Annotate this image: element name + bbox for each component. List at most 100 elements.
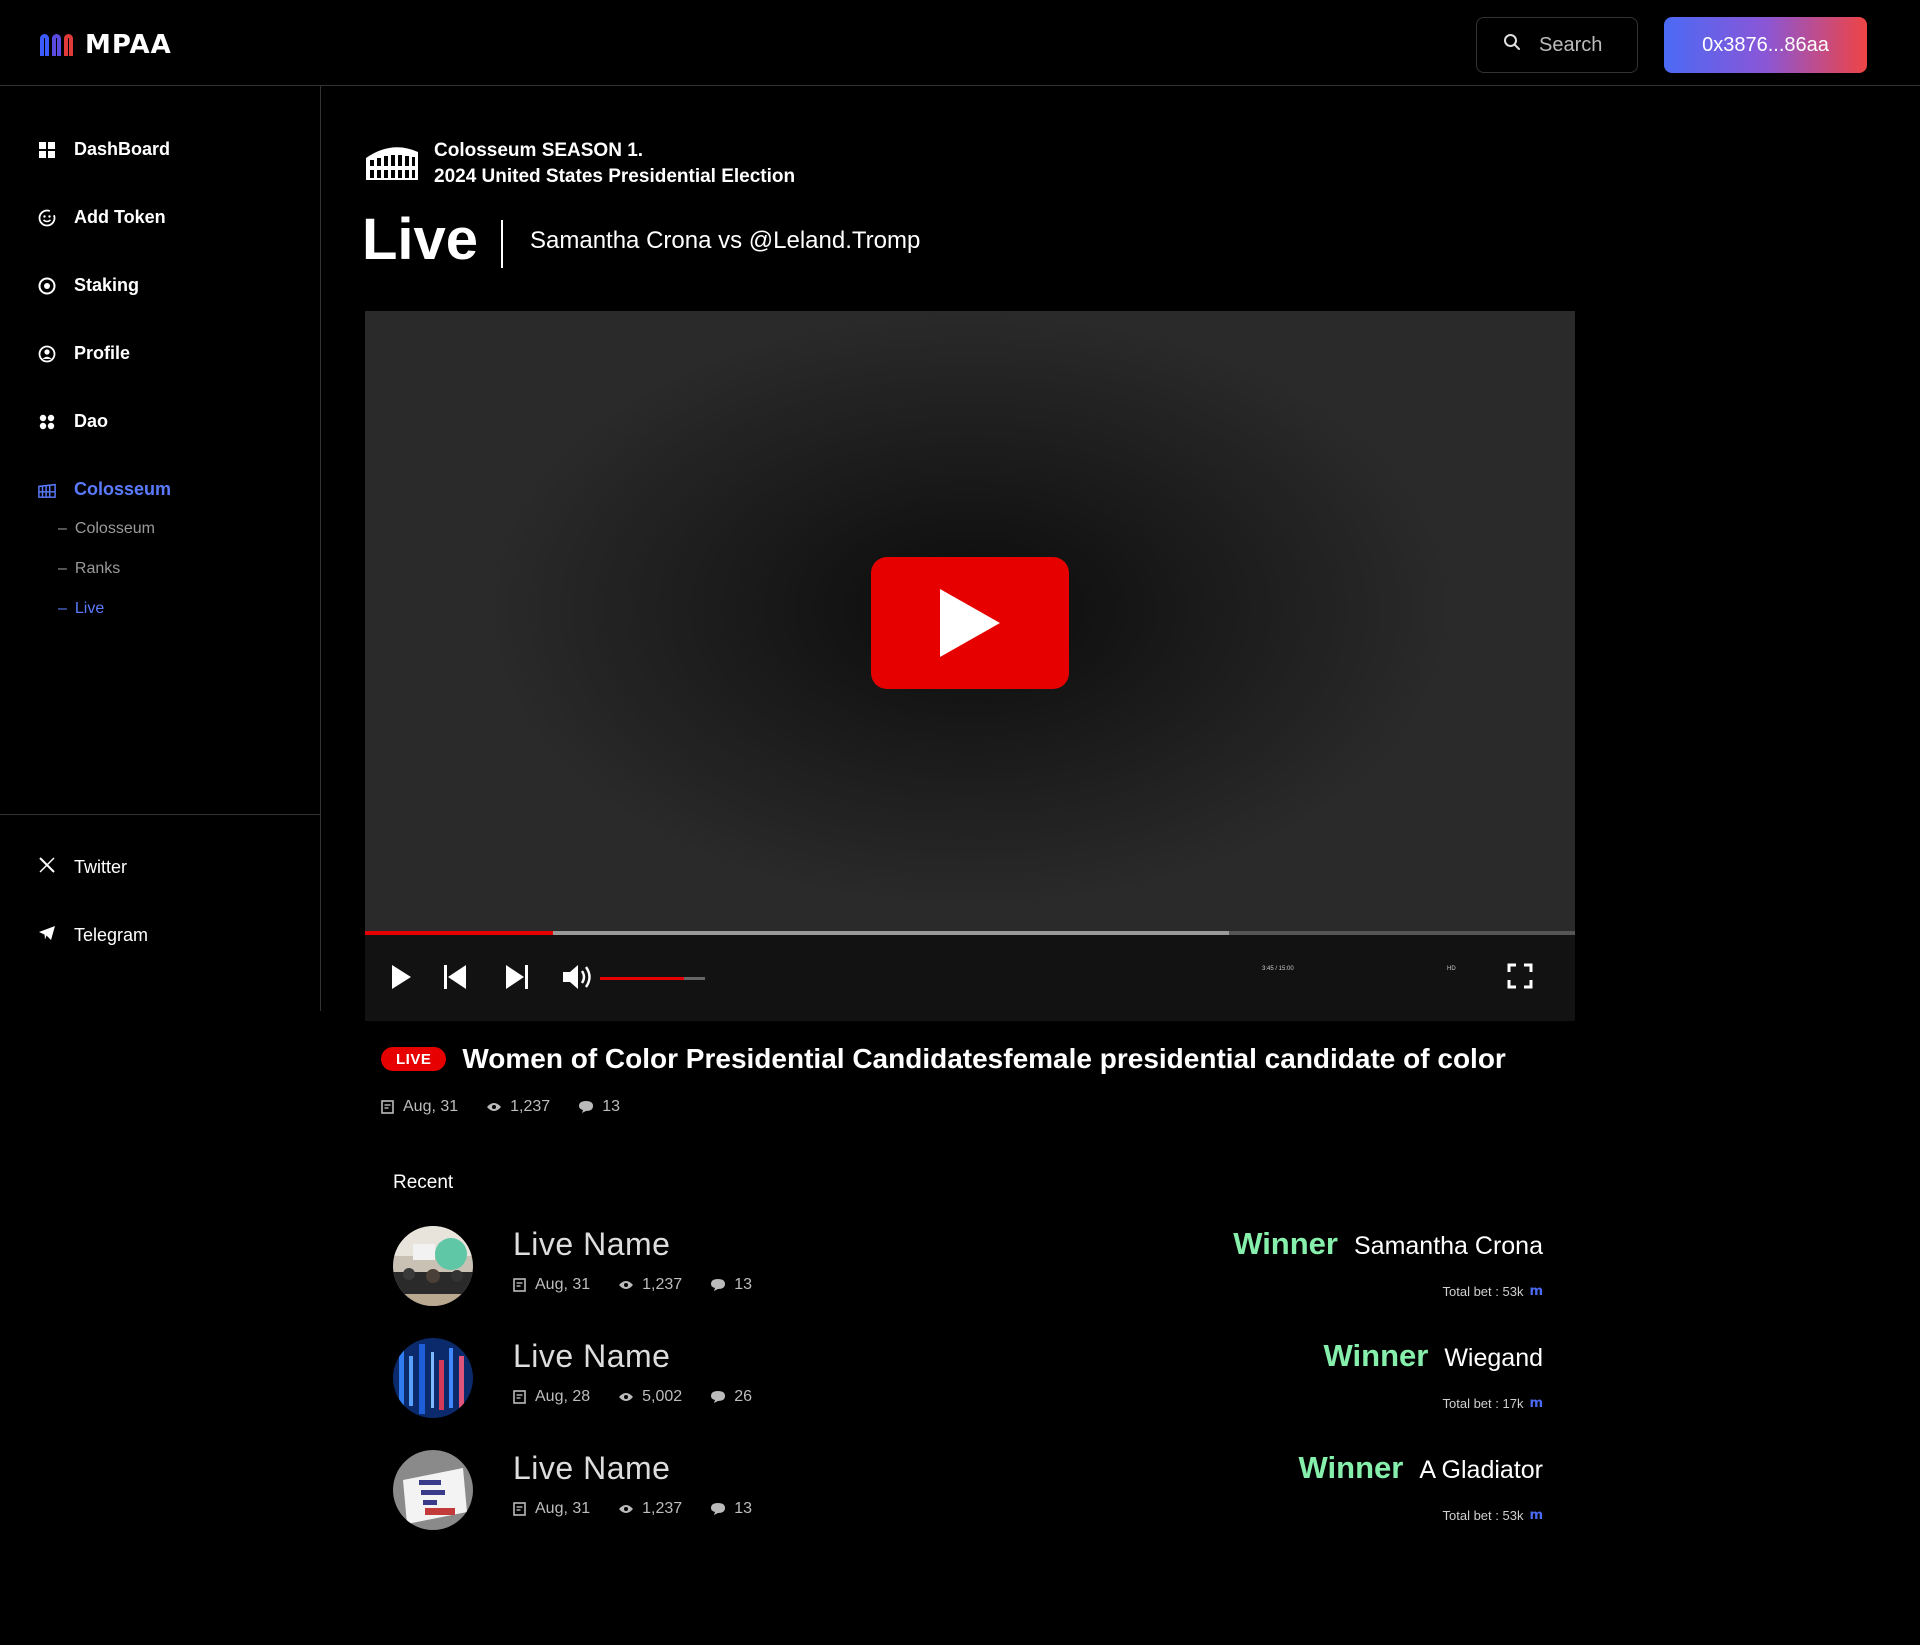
live-name: Live Name	[513, 1338, 671, 1374]
next-button[interactable]	[505, 963, 529, 991]
recent-heading: Recent	[393, 1172, 454, 1193]
sidebar-item-label: Add Token	[74, 207, 166, 227]
matchup-text: Samantha Crona vs @Leland.Tromp	[530, 227, 921, 254]
sidebar-subitem-label: Colosseum	[74, 520, 155, 537]
winner-label: Winner	[1323, 1338, 1429, 1373]
video-player[interactable]: 3:45 / 15:00 HD	[365, 311, 1575, 1021]
wallet-address-button[interactable]: 0x3876...86aa	[1664, 17, 1867, 73]
total-bet: Total bet : 17k m	[1443, 1396, 1544, 1411]
sidebar-link-twitter[interactable]: Twitter	[38, 856, 127, 879]
video-meta: Aug, 31 1,237 13	[381, 1098, 620, 1116]
season-line-1: Colosseum SEASON 1.	[434, 140, 644, 161]
comments-meta: 13	[578, 1098, 620, 1116]
user-circle-icon	[38, 345, 56, 363]
fullscreen-icon	[1507, 963, 1533, 989]
live-meta: Aug, 28 5,002 26	[513, 1388, 752, 1406]
calendar-icon	[381, 1100, 394, 1114]
mpaa-token-icon: m	[1529, 1396, 1543, 1411]
views-meta: 5,002	[618, 1388, 682, 1406]
telegram-icon	[38, 924, 56, 947]
sidebar-item-dao[interactable]: Dao	[38, 411, 108, 432]
eye-icon	[487, 1103, 502, 1111]
views-text: 1,237	[642, 1500, 683, 1517]
sidebar-subitem-ranks[interactable]: – Ranks	[58, 560, 120, 578]
winner-row: Winner A Gladiator	[1299, 1450, 1543, 1486]
sidebar-item-staking[interactable]: Staking	[38, 275, 139, 296]
winner-name: A Gladiator	[1419, 1456, 1543, 1484]
play-icon	[940, 589, 1000, 657]
search-input[interactable]: Search	[1476, 17, 1638, 73]
calendar-icon	[513, 1390, 526, 1404]
coin-icon	[38, 277, 56, 295]
play-button[interactable]	[389, 963, 413, 991]
volume-button[interactable]	[562, 963, 594, 991]
season-text: Colosseum SEASON 1. 2024 United States P…	[434, 138, 795, 190]
date-meta: Aug, 28	[513, 1388, 590, 1406]
volume-slider[interactable]	[600, 977, 705, 980]
top-header: MPAA Search 0x3876...86aa	[0, 0, 1920, 86]
comment-icon	[579, 1101, 594, 1113]
big-play-button[interactable]	[871, 557, 1069, 689]
volume-icon	[563, 965, 591, 989]
sidebar: DashBoard Add Token Staking Profile Dao …	[0, 86, 321, 1011]
sidebar-item-label: Profile	[74, 343, 131, 363]
views-meta: 1,237	[618, 1276, 682, 1294]
live-name: Live Name	[513, 1450, 671, 1486]
total-bet-text: Total bet : 53k	[1442, 1508, 1524, 1523]
comments-meta: 26	[710, 1388, 752, 1406]
recent-list-item[interactable]: Live Name Aug, 31 1,237 13 Winner A Glad…	[393, 1450, 1543, 1534]
grid-icon	[38, 141, 56, 159]
sidebar-item-dashboard[interactable]: DashBoard	[38, 139, 170, 160]
live-name: Live Name	[513, 1226, 671, 1262]
sidebar-item-profile[interactable]: Profile	[38, 343, 130, 364]
sidebar-item-add-token[interactable]: Add Token	[38, 207, 166, 228]
recent-list-item[interactable]: Live Name Aug, 31 1,237 13 Winner Samant…	[393, 1226, 1543, 1310]
colosseum-icon	[364, 142, 420, 187]
live-meta: Aug, 31 1,237 13	[513, 1276, 752, 1294]
fullscreen-button[interactable]	[1507, 963, 1533, 989]
live-badge: LIVE	[381, 1047, 447, 1071]
sidebar-link-label: Telegram	[74, 925, 149, 945]
date-text: Aug, 31	[535, 1500, 591, 1517]
avatar	[393, 1450, 473, 1530]
sidebar-subitem-live[interactable]: – Live	[58, 600, 104, 618]
eye-icon	[619, 1281, 634, 1289]
date-meta: Aug, 31	[381, 1098, 458, 1116]
winner-row: Winner Wiegand	[1324, 1338, 1543, 1374]
sidebar-item-label: Dao	[74, 411, 109, 431]
sidebar-item-label: Staking	[74, 275, 140, 295]
dash-marker: –	[58, 600, 67, 617]
date-meta: Aug, 31	[513, 1276, 590, 1294]
winner-name: Wiegand	[1444, 1344, 1543, 1372]
video-title-row: LIVE Women of Color Presidential Candida…	[381, 1043, 1506, 1075]
comments-text: 13	[734, 1276, 752, 1293]
eye-icon	[619, 1505, 634, 1513]
sidebar-subitem-label: Ranks	[74, 560, 121, 577]
recent-list-item[interactable]: Live Name Aug, 28 5,002 26 Winner Wiegan…	[393, 1338, 1543, 1422]
date-meta: Aug, 31	[513, 1500, 590, 1518]
sidebar-subitem-label: Live	[74, 600, 105, 617]
date-text: Aug, 28	[535, 1388, 591, 1405]
sidebar-item-colosseum[interactable]: Colosseum	[38, 479, 171, 500]
sidebar-item-label: Colosseum	[74, 479, 172, 499]
sidebar-link-telegram[interactable]: Telegram	[38, 924, 148, 947]
time-readout: 3:45 / 15:00	[1262, 966, 1294, 972]
brand-logo[interactable]: MPAA	[40, 30, 172, 60]
live-meta: Aug, 31 1,237 13	[513, 1500, 752, 1518]
search-icon	[1503, 33, 1521, 57]
video-title: Women of Color Presidential Candidatesfe…	[462, 1043, 1506, 1074]
page-title: Live	[362, 207, 479, 272]
search-placeholder: Search	[1539, 33, 1603, 56]
player-controls: 3:45 / 15:00 HD	[365, 935, 1575, 1021]
quality-button[interactable]: HD	[1447, 966, 1456, 972]
dots-icon	[38, 413, 56, 431]
winner-label: Winner	[1298, 1450, 1404, 1485]
total-bet-text: Total bet : 53k	[1442, 1284, 1524, 1299]
title-divider	[501, 220, 503, 268]
sidebar-divider	[0, 814, 320, 815]
sidebar-subitem-colosseum[interactable]: – Colosseum	[58, 520, 155, 538]
play-icon	[392, 965, 411, 989]
sidebar-link-label: Twitter	[74, 857, 128, 877]
previous-button[interactable]	[443, 963, 467, 991]
sidebar-item-label: DashBoard	[74, 139, 171, 159]
